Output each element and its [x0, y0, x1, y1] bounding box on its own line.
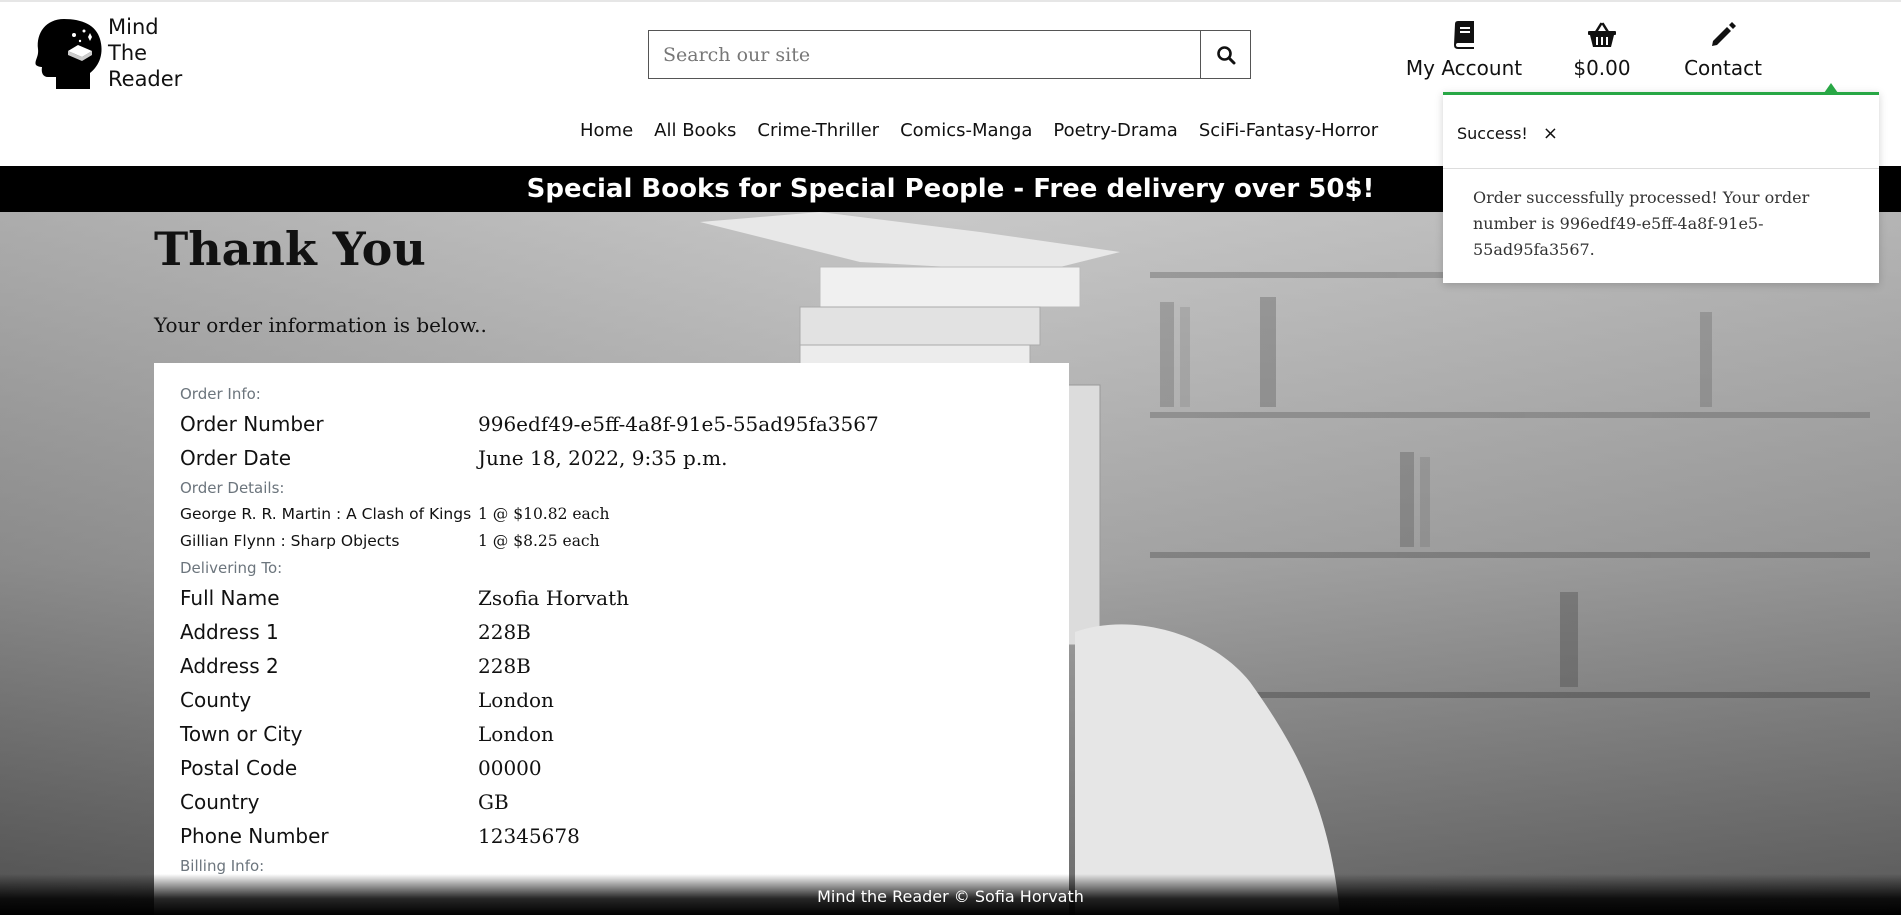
site-footer: Mind the Reader © Sofia Horvath [0, 874, 1901, 915]
logo-line-2: The [108, 41, 148, 65]
basket-total: $0.00 [1573, 56, 1631, 80]
delivery-value: 00000 [478, 756, 542, 780]
pencil-icon [1712, 22, 1736, 46]
delivery-value: London [478, 722, 554, 746]
nav-all-books[interactable]: All Books [654, 120, 736, 141]
order-number-label: Order Number [180, 412, 324, 436]
order-number-row: Order Number 996edf49-e5ff-4a8f-91e5-55a… [180, 407, 1043, 441]
top-border [0, 0, 1901, 2]
order-item-name: George R. R. Martin : A Clash of Kings [180, 505, 472, 523]
delivery-label: Address 1 [180, 620, 279, 644]
order-date-value: June 18, 2022, 9:35 p.m. [478, 446, 728, 470]
delivery-label: County [180, 688, 252, 712]
billing-info-label: Billing Info: [180, 857, 265, 875]
delivery-label: Full Name [180, 586, 280, 610]
delivery-value: 228B [478, 654, 531, 678]
delivery-row: Full Name Zsofia Horvath [180, 581, 1043, 615]
my-account-label: My Account [1405, 56, 1523, 80]
toast-message: Order successfully processed! Your order… [1473, 188, 1810, 259]
order-item-row: George R. R. Martin : A Clash of Kings 1… [180, 501, 1043, 528]
head-book-logo-icon [35, 19, 102, 89]
delivery-label: Town or City [180, 722, 303, 746]
logo-line-1: Mind [108, 15, 159, 39]
order-item-qty: 1 @ $10.82 each [478, 505, 610, 523]
logo-text: Mind The Reader [108, 14, 182, 92]
delivery-row: Postal Code 00000 [180, 751, 1043, 785]
delivery-row: Address 2 228B [180, 649, 1043, 683]
contact-label: Contact [1684, 56, 1762, 80]
search-button[interactable] [1200, 30, 1251, 79]
delivery-row: Address 1 228B [180, 615, 1043, 649]
my-account-link[interactable]: My Account [1403, 20, 1525, 80]
order-item-name: Gillian Flynn : Sharp Objects [180, 532, 400, 550]
delivery-label: Postal Code [180, 756, 298, 780]
book-icon [1454, 21, 1474, 49]
order-date-label: Order Date [180, 446, 291, 470]
basket-link[interactable]: $0.00 [1567, 20, 1637, 80]
nav-home[interactable]: Home [580, 120, 633, 141]
main-nav: Home All Books Crime-Thriller Comics-Man… [580, 120, 1378, 141]
success-toast: Success! × Order successfully processed!… [1443, 83, 1879, 283]
delivery-value: GB [478, 790, 509, 814]
nav-crime-thriller[interactable]: Crime-Thriller [757, 120, 879, 141]
site-logo[interactable]: Mind The Reader [34, 14, 182, 92]
nav-comics-manga[interactable]: Comics-Manga [900, 120, 1032, 141]
order-item-qty: 1 @ $8.25 each [478, 532, 600, 550]
delivering-to-label: Delivering To: [180, 559, 283, 577]
search-input[interactable] [648, 30, 1200, 79]
order-item-row: Gillian Flynn : Sharp Objects 1 @ $8.25 … [180, 528, 1043, 555]
toast-title: Success! [1457, 124, 1528, 143]
delivery-row: County London [180, 683, 1043, 717]
page-title: Thank You [154, 222, 426, 276]
order-number-value: 996edf49-e5ff-4a8f-91e5-55ad95fa3567 [478, 412, 879, 436]
delivery-value: 12345678 [478, 824, 580, 848]
nav-scifi-fantasy-horror[interactable]: SciFi-Fantasy-Horror [1199, 120, 1378, 141]
order-info-label: Order Info: [180, 385, 261, 403]
basket-icon [1588, 22, 1616, 47]
delivery-row: Country GB [180, 785, 1043, 819]
order-date-row: Order Date June 18, 2022, 9:35 p.m. [180, 441, 1043, 475]
delivery-label: Address 2 [180, 654, 279, 678]
page-subtitle: Your order information is below.. [154, 313, 487, 337]
delivery-value: Zsofia Horvath [478, 586, 630, 610]
toast-header: Success! × [1443, 95, 1879, 169]
delivery-value: 228B [478, 620, 531, 644]
nav-poetry-drama[interactable]: Poetry-Drama [1053, 120, 1177, 141]
toast-arrow [1824, 83, 1838, 93]
contact-link[interactable]: Contact [1680, 20, 1766, 80]
delivery-label: Phone Number [180, 824, 329, 848]
logo-line-3: Reader [108, 67, 183, 91]
search-bar [648, 30, 1251, 79]
delivery-row: Town or City London [180, 717, 1043, 751]
delivery-label: Country [180, 790, 260, 814]
delivery-value: London [478, 688, 554, 712]
delivery-row: Phone Number 12345678 [180, 819, 1043, 853]
close-icon[interactable]: × [1543, 123, 1558, 144]
order-details-label: Order Details: [180, 479, 285, 497]
search-icon [1216, 45, 1235, 64]
order-card: Order Info: Order Number 996edf49-e5ff-4… [154, 363, 1069, 923]
